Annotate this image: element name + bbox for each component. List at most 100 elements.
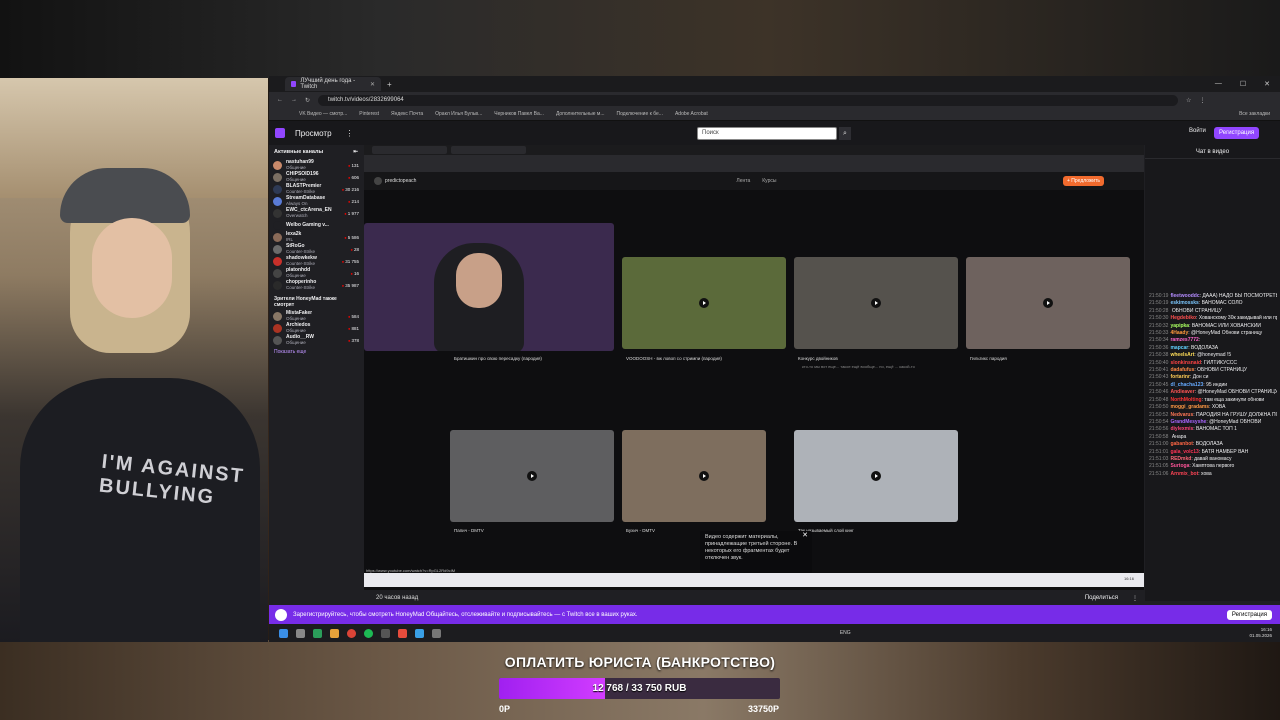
browser-tab[interactable]: ЛУчший день года - Twitch ✕ (285, 77, 381, 91)
chat-username[interactable]: Andleaver (1170, 389, 1194, 395)
bookmark-item[interactable]: Черников Павел Ва... (494, 111, 544, 117)
chat-username[interactable]: REDmkd (1170, 456, 1191, 462)
window-controls: — ☐ ✕ (1215, 80, 1280, 88)
sidebar-channel[interactable]: lexa2kIRL5 586 (269, 231, 363, 243)
chat-username[interactable]: Arnmix_bot (1170, 471, 1198, 477)
bookmark-item[interactable]: Adobe Acrobat (675, 111, 708, 117)
all-bookmarks-link[interactable]: Все закладки (1239, 111, 1270, 117)
chat-text: ВОДОЛАЗА (1191, 344, 1219, 351)
new-tab-icon[interactable]: + (387, 80, 392, 89)
chat-username[interactable]: gabanbot (1170, 441, 1193, 447)
chat-username[interactable]: Nedvarus (1170, 412, 1193, 418)
bookmark-item[interactable]: VK Видео — смотр... (299, 111, 347, 117)
chat-username[interactable]: gala_volc13 (1170, 449, 1198, 455)
close-window-icon[interactable]: ✕ (1264, 80, 1270, 88)
more-dots-icon[interactable]: ⋮ (346, 129, 354, 138)
register-button[interactable]: Регистрация (1214, 127, 1260, 139)
bookmark-item[interactable]: Дополнительные м... (556, 111, 605, 117)
collapse-sidebar-icon[interactable]: ⇤ (353, 149, 358, 155)
back-icon[interactable]: ← (277, 97, 283, 103)
video-player[interactable]: predictopeach Лента Курсы + Предложить Б… (364, 145, 1144, 590)
promo-register-button[interactable]: Регистрация (1226, 609, 1272, 620)
twitch-logo-icon[interactable] (275, 128, 285, 138)
chat-username[interactable]: fortarinr (1170, 374, 1189, 380)
play-icon (699, 298, 709, 308)
system-clock[interactable]: 16:16 01.05.2026 (1249, 627, 1272, 639)
chat-username[interactable]: mapcar (1170, 345, 1188, 351)
webcam-feed: I'M AGAINST BULLYING (0, 78, 268, 642)
chat-message: 21:51:00 gabanbot: ВОДОЛАЗА (1149, 441, 1277, 448)
more-options-icon[interactable]: ⋮ (1132, 595, 1138, 602)
bookmark-item[interactable]: Pinterest (359, 111, 379, 117)
chat-username[interactable]: moggi_gradams (1170, 404, 1209, 410)
channel-info: CHIPSOID196 Общение (286, 172, 348, 183)
chat-username[interactable]: dl_chacha123 (1170, 382, 1203, 388)
steam-icon[interactable] (381, 628, 390, 638)
app-icon[interactable] (398, 628, 407, 638)
sidebar-channel[interactable]: Welbo Gaming v... (269, 219, 363, 231)
tooltip-close-icon[interactable]: ✕ (802, 532, 808, 539)
explorer-icon[interactable] (330, 628, 339, 638)
url-text: twitch.tv/videos/2832699064 (328, 97, 404, 103)
chat-timestamp: 21:50:52 (1149, 411, 1169, 418)
chat-username[interactable]: diylexmis (1170, 426, 1193, 432)
channel-name: Welbo Gaming v... (286, 221, 329, 228)
edge-icon[interactable] (313, 628, 322, 638)
sidebar-channel[interactable]: StreamDatabaseAlways On214 (269, 195, 363, 207)
bookmark-item[interactable]: Оракл Илья Бульв... (435, 111, 482, 117)
inner-tab (451, 146, 526, 154)
chat-username[interactable]: eskimossks (1170, 300, 1198, 306)
sidebar-channel[interactable]: chopperinhoCounter-Strike35 987 (269, 279, 363, 291)
language-indicator[interactable]: ENG (840, 630, 851, 636)
sidebar-channel[interactable]: ArchiedosОбщение881 (269, 322, 363, 334)
sidebar-channel[interactable]: nastuhan99Общение131 (269, 159, 363, 171)
telegram-icon[interactable] (415, 628, 424, 638)
spotify-icon[interactable] (364, 628, 373, 638)
channel-category: Общение (286, 273, 306, 278)
play-icon (871, 298, 881, 308)
share-button[interactable]: Поделиться (1085, 595, 1118, 601)
show-more-link[interactable]: Показать еще (269, 346, 363, 358)
chat-username[interactable]: dadafufus (1170, 367, 1194, 373)
reload-icon[interactable]: ↻ (305, 97, 310, 104)
sidebar-channel[interactable]: StRoGoCounter-Strike28 (269, 243, 363, 255)
chrome-icon[interactable] (347, 628, 356, 638)
card-title: Бухич - DMTV (626, 528, 655, 533)
url-field[interactable]: twitch.tv/videos/2832699064 (318, 94, 1179, 106)
chat-username[interactable]: Hegdebiko (1170, 315, 1196, 321)
bookmark-star-icon[interactable]: ☆ (1186, 97, 1191, 104)
channel-info: shadowkekw Counter-Strike (286, 256, 342, 267)
chat-username[interactable]: yapipka (1170, 323, 1189, 329)
sidebar-channel[interactable]: MistaFakerОбщение584 (269, 310, 363, 322)
minimize-icon[interactable]: — (1215, 80, 1222, 88)
chat-username[interactable]: Surtoga (1170, 463, 1189, 469)
sidebar-channel[interactable]: Audio__RWОбщение378 (269, 334, 363, 346)
start-icon[interactable] (279, 628, 288, 638)
chat-username[interactable]: fleetwooddc (1170, 293, 1199, 299)
login-button[interactable]: Войти (1189, 128, 1206, 134)
bookmark-item[interactable]: Яндекс Почта (391, 111, 423, 117)
sidebar-channel[interactable]: EWC_ctcArena_ENOverwatch1 977 (269, 207, 363, 219)
sidebar-channel[interactable]: CHIPSOID196Общение606 (269, 171, 363, 183)
chat-username[interactable]: ramzes7772 (1170, 337, 1198, 343)
search-icon[interactable]: ⌕ (839, 127, 851, 140)
bookmark-item[interactable]: Подключение к бе... (617, 111, 663, 117)
settings-icon[interactable] (432, 628, 441, 638)
chat-username[interactable]: NorthMolting (1170, 397, 1201, 403)
chat-username[interactable]: GrandMesyshe (1170, 419, 1206, 425)
chat-username[interactable]: slonkinsnaid (1170, 360, 1201, 366)
menu-dots-icon[interactable]: ⋮ (1199, 97, 1205, 104)
tab-close-icon[interactable]: ✕ (370, 81, 375, 88)
video-card-thumb (622, 257, 786, 349)
forward-icon[interactable]: → (291, 97, 297, 103)
chat-username[interactable]: 4Haady (1170, 330, 1188, 336)
sidebar-channel[interactable]: platonhddОбщение16 (269, 267, 363, 279)
search-taskbar-icon[interactable] (296, 628, 305, 638)
maximize-icon[interactable]: ☐ (1240, 80, 1246, 88)
search-input[interactable]: Поиск (697, 127, 837, 140)
sidebar-channel[interactable]: BLASTPremierCounter-Strike30 216 (269, 183, 363, 195)
chat-username[interactable]: wheelsArt (1170, 352, 1194, 358)
sidebar-channel[interactable]: shadowkekwCounter-Strike31 755 (269, 255, 363, 267)
browse-link[interactable]: Просмотр (295, 129, 332, 138)
chat-message: 21:50:30 Hegdebiko: Хованскому 30к закиды… (1149, 315, 1277, 322)
